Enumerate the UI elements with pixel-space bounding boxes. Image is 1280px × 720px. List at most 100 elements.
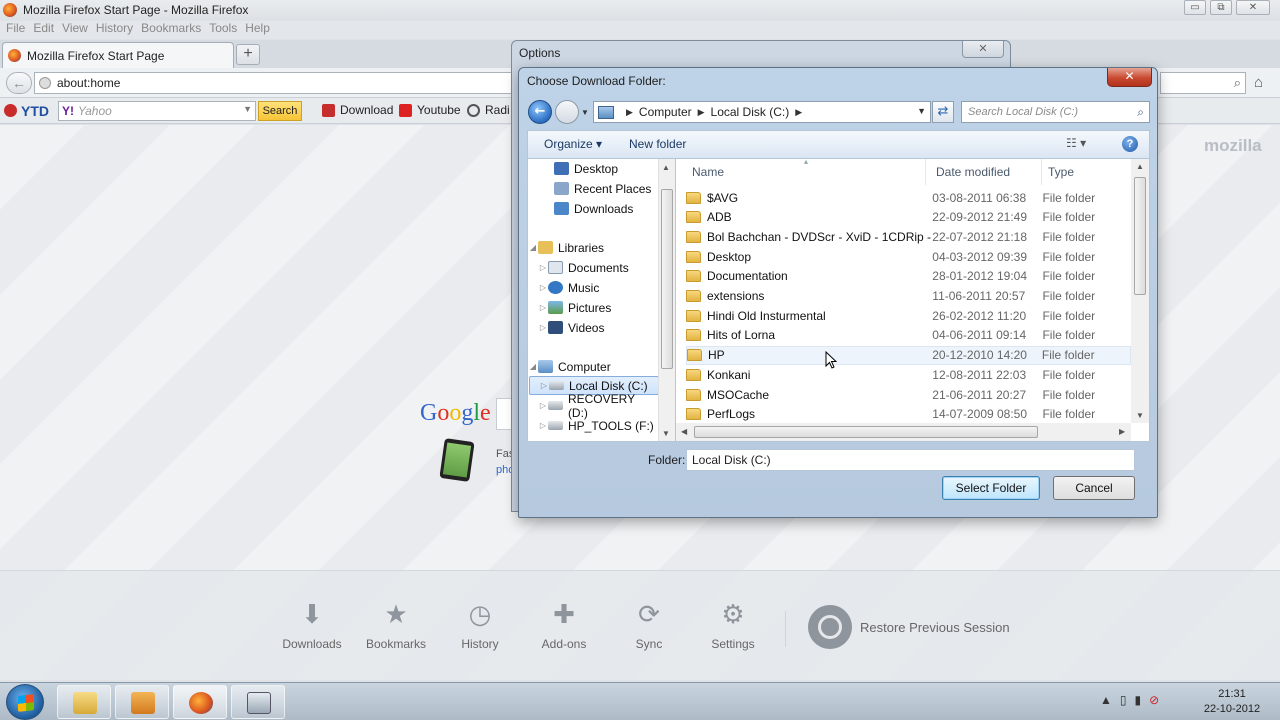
scroll-right-icon[interactable]: ▶ xyxy=(1119,427,1125,436)
file-row[interactable]: Bol Bachchan - DVDScr - XviD - 1CDRip -.… xyxy=(686,227,1131,246)
forward-arrow-button[interactable] xyxy=(555,100,579,124)
organize-button[interactable]: Organize ▾ xyxy=(544,137,602,151)
breadcrumb-arrow-icon[interactable]: ▶ xyxy=(626,107,633,118)
column-header-type[interactable]: Type xyxy=(1042,159,1130,185)
nav-item-pictures[interactable]: ▷ Pictures xyxy=(528,298,658,317)
menu-tools[interactable]: Tools xyxy=(209,21,237,39)
radio-button[interactable]: Radi xyxy=(467,103,510,117)
search-input[interactable]: Search Local Disk (C:) ⌕ xyxy=(961,101,1150,123)
youtube-button[interactable]: Youtube xyxy=(399,103,461,117)
collapse-arrow-icon[interactable]: ◢ xyxy=(528,362,538,371)
nav-item-desktop[interactable]: Desktop xyxy=(528,159,658,178)
nav-item-videos[interactable]: ▷ Videos xyxy=(528,318,658,337)
expand-arrow-icon[interactable]: ▷ xyxy=(538,263,548,272)
nav-item-downloads[interactable]: Downloads xyxy=(528,199,658,218)
file-row[interactable]: MSOCache 21-06-2011 20:27 File folder xyxy=(686,385,1131,404)
menu-help[interactable]: Help xyxy=(245,21,270,39)
menu-bookmarks[interactable]: Bookmarks xyxy=(141,21,201,39)
start-button[interactable] xyxy=(6,684,44,720)
expand-arrow-icon[interactable]: ▷ xyxy=(538,401,548,410)
expand-arrow-icon[interactable]: ▷ xyxy=(539,381,549,390)
nav-item-documents[interactable]: ▷ Documents xyxy=(528,258,658,277)
breadcrumb-arrow-icon[interactable]: ▶ xyxy=(795,107,802,118)
nav-item-music[interactable]: ▷ Music xyxy=(528,278,658,297)
file-row[interactable]: PerfLogs 14-07-2009 08:50 File folder xyxy=(686,405,1131,424)
yahoo-search-button[interactable]: Search xyxy=(258,101,302,121)
nav-item-recent-places[interactable]: Recent Places xyxy=(528,179,658,198)
nav-item-recovery[interactable]: ▷ RECOVERY (D:) xyxy=(528,392,658,420)
launcher-addons[interactable]: ✚ Add-ons xyxy=(529,599,599,651)
taskbar-media-player[interactable] xyxy=(115,685,169,719)
menu-history[interactable]: History xyxy=(96,21,133,39)
expand-arrow-icon[interactable]: ▷ xyxy=(538,421,548,430)
new-folder-button[interactable]: New folder xyxy=(629,137,686,151)
help-icon[interactable]: ? xyxy=(1122,136,1138,152)
network-icon[interactable]: ▮ xyxy=(1135,693,1142,707)
menu-view[interactable]: View xyxy=(62,21,88,39)
collapse-arrow-icon[interactable]: ◢ xyxy=(528,243,538,252)
clock[interactable]: 21:31 22-10-2012 xyxy=(1196,687,1268,717)
file-row[interactable]: Hits of Lorna 04-06-2011 09:14 File folder xyxy=(686,326,1131,345)
nav-item-hp-tools[interactable]: ▷ HP_TOOLS (F:) xyxy=(528,416,658,435)
maximize-button[interactable]: ⧉ xyxy=(1210,0,1232,15)
file-row[interactable]: ADB 22-09-2012 21:49 File folder xyxy=(686,208,1131,227)
file-row[interactable]: $AVG 03-08-2011 06:38 File folder xyxy=(686,188,1131,207)
search-icon[interactable]: ⌕ xyxy=(1234,75,1241,91)
refresh-button[interactable]: ⇄ xyxy=(932,101,954,123)
expand-arrow-icon[interactable]: ▷ xyxy=(538,303,548,312)
options-close-button[interactable]: ✕ xyxy=(962,41,1004,58)
launcher-downloads[interactable]: ⬇ Downloads xyxy=(277,599,347,651)
restore-session-button[interactable]: Restore Previous Session xyxy=(808,605,1010,649)
search-icon[interactable]: ⌕ xyxy=(1137,102,1144,122)
show-hidden-icons-icon[interactable]: ▲ xyxy=(1100,693,1112,707)
volume-icon[interactable]: ⊘ xyxy=(1149,693,1159,707)
launcher-history[interactable]: ◷ History xyxy=(445,599,515,651)
expand-arrow-icon[interactable]: ▷ xyxy=(538,323,548,332)
change-view-button[interactable]: ☷ ▾ xyxy=(1066,136,1086,150)
address-bar[interactable]: ▶ Computer ▶ Local Disk (C:) ▶ ▼ xyxy=(593,101,931,123)
file-list-vscrollbar[interactable]: ▲ ▼ xyxy=(1131,159,1149,423)
file-list-hscrollbar[interactable]: ◀ ▶ xyxy=(676,423,1131,441)
nav-item-computer[interactable]: ◢ Computer xyxy=(528,357,658,376)
breadcrumb-local-disk[interactable]: Local Disk (C:) xyxy=(711,105,790,119)
nav-item-libraries[interactable]: ◢ Libraries xyxy=(528,238,658,257)
chevron-down-icon[interactable]: ▼ xyxy=(243,104,252,114)
taskbar-window[interactable] xyxy=(231,685,285,719)
device-icon[interactable]: ▯ xyxy=(1120,693,1127,707)
file-row[interactable]: Documentation 28-01-2012 19:04 File folder xyxy=(686,267,1131,286)
menu-edit[interactable]: Edit xyxy=(33,21,54,39)
file-row[interactable]: Desktop 04-03-2012 09:39 File folder xyxy=(686,247,1131,266)
folder-field[interactable]: Local Disk (C:) xyxy=(686,449,1135,471)
file-list-hscroll-thumb[interactable] xyxy=(694,426,1038,438)
launcher-sync[interactable]: ⟳ Sync xyxy=(614,599,684,651)
address-dropdown-icon[interactable]: ▼ xyxy=(917,106,926,116)
taskbar-explorer[interactable] xyxy=(57,685,111,719)
expand-arrow-icon[interactable]: ▷ xyxy=(538,283,548,292)
search-bar[interactable]: ⌕ xyxy=(1160,72,1246,94)
minimize-button[interactable]: ▭ xyxy=(1184,0,1206,15)
file-row[interactable]: extensions 11-06-2011 20:57 File folder xyxy=(686,287,1131,306)
cancel-button[interactable]: Cancel xyxy=(1053,476,1135,500)
scroll-down-icon[interactable]: ▼ xyxy=(1136,411,1144,420)
file-list-vscroll-thumb[interactable] xyxy=(1134,177,1146,295)
back-arrow-button[interactable]: ← xyxy=(528,100,552,124)
scroll-down-icon[interactable]: ▼ xyxy=(662,429,670,438)
home-icon[interactable]: ⌂ xyxy=(1254,74,1263,91)
file-row[interactable]: HP 20-12-2010 14:20 File folder xyxy=(686,345,1131,365)
breadcrumb-computer[interactable]: Computer xyxy=(639,105,692,119)
launcher-bookmarks[interactable]: ★ Bookmarks xyxy=(361,599,431,651)
column-header-date[interactable]: Date modified xyxy=(930,159,1042,185)
file-row[interactable]: Konkani 12-08-2011 22:03 File folder xyxy=(686,365,1131,384)
select-folder-button[interactable]: Select Folder xyxy=(942,476,1040,500)
url-bar[interactable]: about:home xyxy=(34,72,514,94)
dialog-close-button[interactable]: ✕ xyxy=(1107,68,1152,87)
download-button[interactable]: Download xyxy=(322,103,393,117)
taskbar-firefox[interactable] xyxy=(173,685,227,719)
back-button[interactable]: ← xyxy=(6,72,32,94)
scroll-left-icon[interactable]: ◀ xyxy=(681,427,687,436)
scroll-up-icon[interactable]: ▲ xyxy=(662,163,670,172)
new-tab-button[interactable]: + xyxy=(236,44,260,65)
recent-locations-dropdown[interactable]: ▼ xyxy=(581,108,589,117)
yahoo-search-input[interactable]: Y! Yahoo ▼ xyxy=(58,101,256,121)
file-row[interactable]: Hindi Old Insturmental 26-02-2012 11:20 Fi… xyxy=(686,306,1131,325)
